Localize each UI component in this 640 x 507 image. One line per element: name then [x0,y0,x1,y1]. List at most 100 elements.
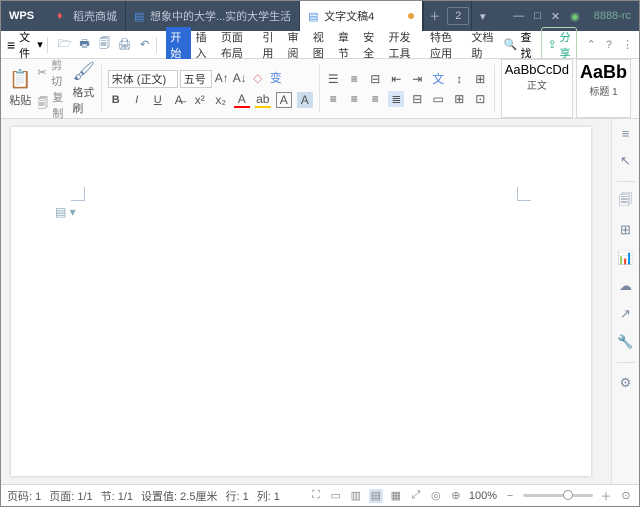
tab-view[interactable]: 视图 [309,27,333,63]
select-tool-icon[interactable]: ↖ [618,153,634,169]
shrink-font-icon[interactable]: A↓ [232,70,248,86]
indent-increase-icon[interactable]: ⇥ [409,71,425,87]
fit-icon[interactable]: ◎ [429,489,443,503]
close-button[interactable]: ✕ [551,10,560,23]
tools-icon[interactable]: 🔧 [618,334,634,350]
align-center-icon[interactable]: ≡ [346,91,362,107]
char-border-button[interactable]: A [276,92,292,108]
tab-store[interactable]: ♦ 稻壳商城 [49,1,126,31]
status-pages[interactable]: 页面: 1/1 [49,488,92,504]
clear-format-icon[interactable]: ◇ [250,70,266,86]
indent-decrease-icon[interactable]: ⇤ [388,71,404,87]
cut-button[interactable]: ✂剪切 [37,57,66,89]
subscript-button[interactable]: x₂ [213,92,229,108]
help-icon[interactable]: ? [606,39,612,51]
char-format-icon[interactable]: 变 [268,70,284,86]
distribute-icon[interactable]: ⊟ [409,91,425,107]
nav-icon[interactable]: ⊞ [618,222,634,238]
numbering-icon[interactable]: ≡ [346,71,362,87]
tab-security[interactable]: 安全 [359,27,383,63]
line-spacing-icon[interactable]: ↕ [451,71,467,87]
align-right-icon[interactable]: ≡ [367,91,383,107]
open-icon[interactable]: 🗁 [58,38,72,52]
stats-icon[interactable]: 📊 [618,250,634,266]
settings-icon[interactable]: ⚙ [618,375,634,391]
export-icon[interactable]: ↗ [618,306,634,322]
status-indent[interactable]: 设置值: 2.5厘米 [141,488,217,504]
search-button[interactable]: 🔍查找 [504,29,532,61]
sort-icon[interactable]: ⊞ [472,71,488,87]
expand-icon[interactable]: ⤢ [409,489,423,503]
fullscreen-icon[interactable]: ⛶ [309,489,323,503]
tab-sections[interactable]: 章节 [334,27,358,63]
zoom-in-button[interactable]: ＋ [599,489,613,503]
zoom-label[interactable]: 100% [469,490,497,502]
highlight-button[interactable]: ab [255,92,271,108]
font-size-input[interactable] [180,70,212,88]
bold-button[interactable]: B [108,92,124,108]
save-icon[interactable]: 🖶 [78,38,92,52]
read-mode-icon[interactable]: ▭ [329,489,343,503]
print-layout-icon[interactable]: ▤ [369,489,383,503]
format-painter-button[interactable]: 🖌 格式刷 [72,57,95,121]
tab-special[interactable]: 特色应用 [426,27,466,63]
share-button[interactable]: ⇪分享 [541,27,576,63]
tab-label: 想象中的大学...实的大学生活 [150,8,291,24]
paragraph-group: ☰ ≡ ⊟ ⇤ ⇥ 文 ↕ ⊞ ≡ ≡ ≡ ≣ ⊟ ▭ ⊞ ⊡ [321,59,492,118]
undo-icon[interactable]: ↶ [138,38,152,52]
text-direction-icon[interactable]: 文 [430,71,446,87]
copy-button[interactable]: 🗐复制 [37,89,66,121]
menu-icon[interactable]: ≡ [7,37,15,53]
status-section[interactable]: 节: 1/1 [101,488,133,504]
tab-doc-assist[interactable]: 文档助 [467,27,499,63]
font-name-input[interactable] [108,70,178,88]
collapse-ribbon-icon[interactable]: ⌃ [587,38,596,51]
document-page[interactable]: ▤ ▾ [11,127,591,476]
cloud-icon[interactable]: ☁ [618,278,634,294]
avatar-icon[interactable]: ◉ [570,10,580,23]
divider [617,181,635,182]
print-icon[interactable]: 🖨 [118,38,132,52]
italic-button[interactable]: I [129,92,145,108]
window-count[interactable]: 2 [447,7,469,25]
style-heading1[interactable]: AaBb 标题 1 [576,59,631,118]
align-left-icon[interactable]: ≡ [325,91,341,107]
tab-insert[interactable]: 插入 [192,27,216,63]
sidebar-toggle-icon[interactable]: ≡ [618,125,634,141]
shading-icon[interactable]: ▭ [430,91,446,107]
underline-button[interactable]: U [150,92,166,108]
style-normal[interactable]: AaBbCcDd 正文 [501,59,573,118]
superscript-button[interactable]: x² [192,92,208,108]
tab-home[interactable]: 开始 [166,27,190,63]
zoom-settings-icon[interactable]: ⊕ [449,489,463,503]
outline-icon[interactable]: 🗐 [618,194,634,210]
status-col[interactable]: 列: 1 [257,488,280,504]
tabs-icon[interactable]: ⊡ [472,91,488,107]
styles-group: AaBbCcDd 正文 AaBb 标题 1 [497,59,635,118]
outline-view-icon[interactable]: ▦ [389,489,403,503]
grow-font-icon[interactable]: A↑ [214,70,230,86]
minimize-button[interactable]: — [513,10,524,22]
tab-references[interactable]: 引用 [258,27,282,63]
more-icon[interactable]: ⋮ [622,38,633,51]
web-layout-icon[interactable]: ▥ [349,489,363,503]
char-shading-button[interactable]: A [297,92,313,108]
tab-layout[interactable]: 页面布局 [217,27,257,63]
zoom-knob[interactable] [563,490,573,500]
borders-icon[interactable]: ⊞ [451,91,467,107]
best-fit-icon[interactable]: ⊙ [619,489,633,503]
font-color-button[interactable]: A [234,92,250,108]
tab-review[interactable]: 审阅 [284,27,308,63]
maximize-button[interactable]: □ [534,10,541,22]
zoom-out-button[interactable]: − [503,489,517,503]
status-row[interactable]: 行: 1 [225,488,248,504]
status-page-num[interactable]: 页码: 1 [7,488,41,504]
strikethrough-button[interactable]: A̶ [171,92,187,108]
justify-icon[interactable]: ≣ [388,91,404,107]
zoom-slider[interactable] [523,494,593,497]
multilevel-icon[interactable]: ⊟ [367,71,383,87]
tab-developer[interactable]: 开发工具 [384,27,424,63]
bullets-icon[interactable]: ☰ [325,71,341,87]
print-preview-icon[interactable]: 🗐 [98,38,112,52]
paste-button[interactable]: 📋 粘贴 [9,57,31,121]
